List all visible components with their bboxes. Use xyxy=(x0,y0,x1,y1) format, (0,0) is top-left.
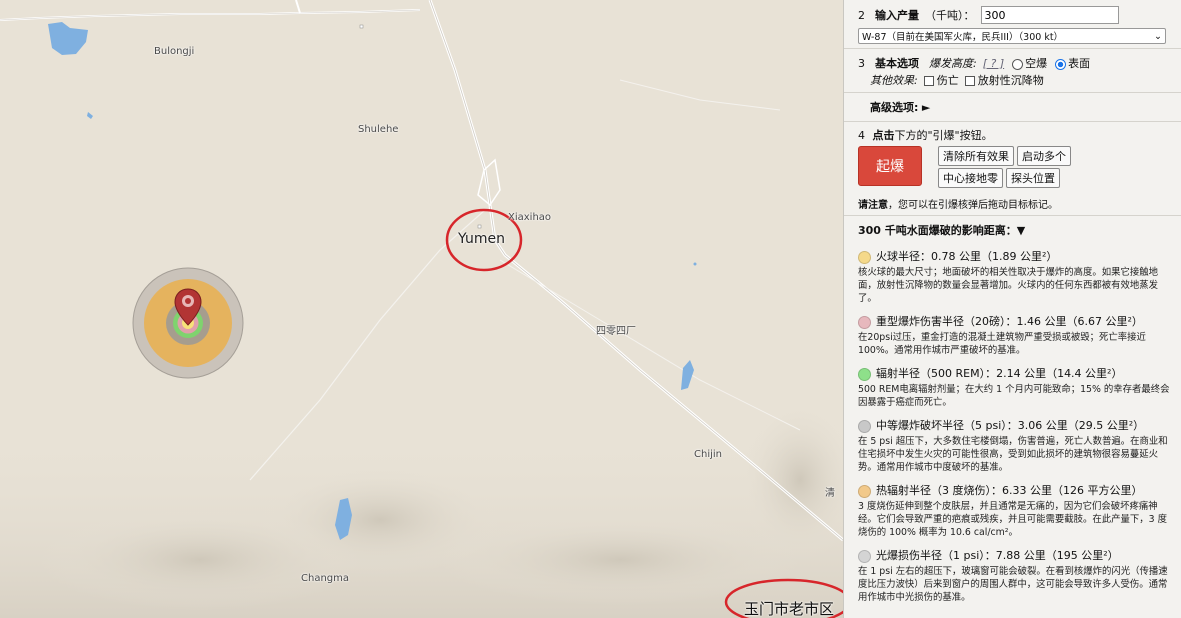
help-link[interactable]: [ ? ] xyxy=(983,57,1004,70)
heavy-blast-legend-icon xyxy=(858,315,871,329)
airburst-label: 空爆 xyxy=(1025,57,1048,70)
surface-label: 表面 xyxy=(1068,57,1091,70)
surface-radio[interactable] xyxy=(1055,58,1067,70)
target-marker-icon[interactable] xyxy=(174,288,202,326)
step4-text: 下方的"引爆"按钮。 xyxy=(894,129,993,142)
effect-title: 光爆损伤半径（1 psi）：7.88 公里（195 公里²） xyxy=(876,549,1119,562)
casualties-label: 伤亡 xyxy=(936,74,959,87)
basic-options-label: 基本选项 xyxy=(875,57,919,70)
effect-title: 火球半径：0.78 公里（1.89 公里²） xyxy=(876,250,1058,263)
effects-header[interactable]: 300 千吨水面爆破的影响距离：▼ xyxy=(844,216,1181,244)
step2-section: 2 输入产量 （千吨）： W-87（目前在美国军火库，民兵III）（300 kt… xyxy=(844,0,1181,49)
clear-effects-button[interactable]: 清除所有效果 xyxy=(938,146,1014,166)
launch-multiple-button[interactable]: 启动多个 xyxy=(1017,146,1071,166)
label-factory-404: 四零四厂 xyxy=(596,326,636,337)
yield-input[interactable] xyxy=(980,6,1119,24)
light-blast-legend-icon xyxy=(858,549,871,563)
advanced-options-toggle[interactable]: 高级选项: ► xyxy=(844,93,1181,122)
step4-click: 点击 xyxy=(872,129,895,142)
effect-heavy-blast: 重型爆炸伤害半径（20磅）：1.46 公里（6.67 公里²） 在20psi过压… xyxy=(844,309,1181,361)
effect-thermal: 热辐射半径（3 度烧伤）：6.33 公里（126 平方公里） 3 度烧伤延伸到整… xyxy=(844,478,1181,543)
note-text: ，您可以在引爆核弹后拖动目标标记。 xyxy=(888,200,1058,211)
effect-title: 辐射半径（500 REM）：2.14 公里（14.4 公里²） xyxy=(876,367,1123,380)
effect-radiation: 辐射半径（500 REM）：2.14 公里（14.4 公里²） 500 REM电… xyxy=(844,361,1181,413)
effect-title: 重型爆炸伤害半径（20磅）：1.46 公里（6.67 公里²） xyxy=(876,315,1143,328)
triangle-right-icon: ► xyxy=(921,101,931,114)
casualties-checkbox[interactable] xyxy=(923,76,934,86)
step3-number: 3 xyxy=(858,56,865,70)
detonate-button[interactable]: 起爆 xyxy=(858,146,922,186)
probe-location-button[interactable]: 探头位置 xyxy=(1006,168,1060,188)
preset-selected: W-87（目前在美国军火库，民兵III）（300 kt） xyxy=(862,32,1064,43)
effects-list: 火球半径：0.78 公里（1.89 公里²） 核火球的最大尺寸；地面破坏的相关性… xyxy=(844,244,1181,608)
label-chijin: Chijin xyxy=(694,449,722,460)
map-canvas[interactable]: Bulongji Shulehe Xiaxihao Yumen 四零四厂 Chi… xyxy=(0,0,843,618)
effect-title: 中等爆炸破坏半径（5 psi）：3.06 公里（29.5 公里²） xyxy=(876,419,1145,432)
step3-section: 3 基本选项 爆发高度: [ ? ] 空爆 表面 其他效果: 伤亡 放射性沉降物 xyxy=(844,49,1181,93)
other-effects-label: 其他效果: xyxy=(870,74,918,87)
fallout-checkbox[interactable] xyxy=(964,76,975,86)
yield-unit: （千吨）： xyxy=(925,9,975,22)
label-shulehe: Shulehe xyxy=(358,124,399,135)
label-changma: Changma xyxy=(301,573,350,584)
fallout-label: 放射性沉降物 xyxy=(977,74,1044,87)
radiation-legend-icon xyxy=(858,367,871,381)
map-base xyxy=(0,0,843,618)
effect-desc: 3 度烧伤延伸到整个皮肤层，并且通常是无痛的，因为它们会破坏疼痛神经。它们会导致… xyxy=(858,501,1167,538)
step4-section: 4 点击下方的"引爆"按钮。 起爆 清除所有效果 启动多个 中心接地零 探头位置… xyxy=(844,122,1181,216)
step4-number: 4 xyxy=(858,129,865,142)
moderate-blast-legend-icon xyxy=(858,419,871,433)
yield-label: 输入产量 xyxy=(875,9,919,22)
effect-title: 热辐射半径（3 度烧伤）：6.33 公里（126 平方公里） xyxy=(876,484,1143,497)
burst-height-label: 爆发高度: xyxy=(929,57,977,70)
step2-number: 2 xyxy=(858,8,865,22)
effect-desc: 500 REM电离辐射剂量；在大约 1 个月内可能致命；15% 的幸存者最终会因… xyxy=(858,384,1170,408)
chevron-down-icon: ⌄ xyxy=(1154,30,1162,42)
effect-desc: 在20psi过压，重金打造的混凝土建筑物严重受损或被毁；死亡率接近100%。通常… xyxy=(858,332,1146,356)
center-ground-zero-button[interactable]: 中心接地零 xyxy=(938,168,1003,188)
effect-light-blast: 光爆损伤半径（1 psi）：7.88 公里（195 公里²） 在 1 psi 左… xyxy=(844,543,1181,608)
label-bulongji: Bulongji xyxy=(154,46,195,57)
effect-desc: 在 1 psi 左右的超压下，玻璃窗可能会破裂。在看到核爆炸的闪光（传播速度比压… xyxy=(858,566,1168,603)
label-xiaxihao: Xiaxihao xyxy=(508,212,552,223)
fireball-legend-icon xyxy=(858,250,871,264)
label-yumen-old-city: 玉门市老市区 xyxy=(744,600,835,618)
effect-moderate-blast: 中等爆炸破坏半径（5 psi）：3.06 公里（29.5 公里²） 在 5 ps… xyxy=(844,413,1181,478)
effect-desc: 在 5 psi 超压下，大多数住宅楼倒塌，伤害普遍，死亡人数普遍。在商业和住宅损… xyxy=(858,436,1168,473)
label-qing: 清 xyxy=(825,488,835,499)
effect-desc: 核火球的最大尺寸；地面破坏的相关性取决于爆炸的高度。如果它接触地面，放射性沉降物… xyxy=(858,267,1159,304)
note-bold: 请注意 xyxy=(858,200,888,211)
airburst-radio[interactable] xyxy=(1012,58,1024,70)
effect-fireball: 火球半径：0.78 公里（1.89 公里²） 核火球的最大尺寸；地面破坏的相关性… xyxy=(844,244,1181,309)
label-yumen: Yumen xyxy=(458,231,505,247)
advanced-options-label: 高级选项: xyxy=(870,101,919,114)
control-panel: 2 输入产量 （千吨）： W-87（目前在美国军火库，民兵III）（300 kt… xyxy=(843,0,1181,618)
preset-select[interactable]: W-87（目前在美国军火库，民兵III）（300 kt） ⌄ xyxy=(858,28,1166,44)
thermal-legend-icon xyxy=(858,484,871,498)
